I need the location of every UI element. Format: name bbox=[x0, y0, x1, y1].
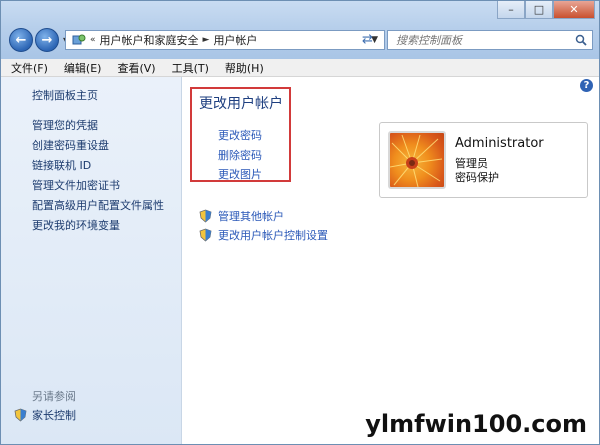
menu-tools[interactable]: 工具(T) bbox=[172, 60, 209, 76]
uac-shield-icon bbox=[199, 228, 212, 242]
title-bar: – □ ✕ ← → ▼ « 用户帐户和家庭安全 ► 用户帐户 ▼ ⇄ bbox=[1, 1, 599, 60]
user-avatar[interactable] bbox=[388, 131, 446, 189]
page-title: 更改用户帐户 bbox=[199, 96, 283, 112]
window-controls: – □ ✕ bbox=[497, 1, 595, 19]
back-button[interactable]: ← bbox=[9, 28, 33, 52]
remove-password-link[interactable]: 删除密码 bbox=[218, 147, 262, 163]
shield-icon bbox=[14, 408, 27, 422]
breadcrumb-overflow-icon[interactable]: « bbox=[90, 35, 96, 45]
forward-button[interactable]: → bbox=[35, 28, 59, 52]
change-password-link[interactable]: 更改密码 bbox=[218, 127, 262, 143]
breadcrumb-separator-icon[interactable]: ► bbox=[203, 35, 210, 45]
menu-file[interactable]: 文件(F) bbox=[11, 60, 48, 76]
create-reset-disk-link[interactable]: 创建密码重设盘 bbox=[32, 137, 109, 153]
manage-credentials-link[interactable]: 管理您的凭据 bbox=[32, 117, 98, 133]
back-arrow-icon: ← bbox=[15, 32, 27, 48]
account-name: Administrator bbox=[455, 136, 544, 151]
menu-view[interactable]: 查看(V) bbox=[117, 60, 155, 76]
breadcrumb-user-accounts[interactable]: 用户帐户 bbox=[213, 32, 257, 48]
uac-shield-icon bbox=[199, 209, 212, 223]
address-bar[interactable]: « 用户帐户和家庭安全 ► 用户帐户 ▼ bbox=[65, 30, 385, 50]
site-watermark: ylmfwin100.com bbox=[365, 410, 587, 438]
explorer-window: – □ ✕ ← → ▼ « 用户帐户和家庭安全 ► 用户帐户 ▼ ⇄ bbox=[0, 0, 600, 445]
account-status: 密码保护 bbox=[455, 171, 499, 184]
content-area: ? 更改用户帐户 更改密码 删除密码 更改图片 管理其他帐户 更改用户帐户控制设… bbox=[182, 77, 599, 444]
change-picture-link[interactable]: 更改图片 bbox=[218, 166, 262, 182]
see-also-label: 另请参阅 bbox=[32, 390, 76, 403]
close-button[interactable]: ✕ bbox=[553, 1, 595, 19]
advanced-profile-properties-link[interactable]: 配置高级用户配置文件属性 bbox=[32, 197, 164, 213]
forward-arrow-icon: → bbox=[41, 32, 53, 48]
nav-buttons: ← → ▼ bbox=[9, 28, 71, 52]
change-env-vars-link[interactable]: 更改我的环境变量 bbox=[32, 217, 120, 233]
search-input[interactable] bbox=[394, 32, 568, 48]
uac-settings-link[interactable]: 更改用户帐户控制设置 bbox=[199, 227, 328, 243]
parental-controls-link[interactable]: 家长控制 bbox=[14, 407, 76, 423]
help-icon[interactable]: ? bbox=[580, 79, 593, 92]
refresh-icon[interactable]: ⇄ bbox=[362, 32, 373, 47]
control-panel-icon bbox=[72, 34, 86, 45]
manage-encryption-certs-link[interactable]: 管理文件加密证书 bbox=[32, 177, 120, 193]
parental-controls-label: 家长控制 bbox=[32, 409, 76, 422]
account-card: Administrator 管理员 密码保护 bbox=[379, 122, 588, 198]
flower-icon bbox=[390, 134, 443, 187]
manage-other-accounts-label: 管理其他帐户 bbox=[218, 210, 284, 223]
search-box[interactable] bbox=[387, 30, 593, 50]
breadcrumb-family-safety[interactable]: 用户帐户和家庭安全 bbox=[100, 32, 199, 48]
control-panel-home-link[interactable]: 控制面板主页 bbox=[32, 87, 98, 103]
manage-other-accounts-link[interactable]: 管理其他帐户 bbox=[199, 208, 284, 224]
task-pane: 控制面板主页 管理您的凭据 创建密码重设盘 链接联机 ID 管理文件加密证书 配… bbox=[1, 77, 182, 444]
link-online-id-link[interactable]: 链接联机 ID bbox=[32, 157, 91, 173]
search-icon[interactable] bbox=[575, 34, 587, 46]
maximize-button[interactable]: □ bbox=[525, 1, 553, 19]
menu-help[interactable]: 帮助(H) bbox=[225, 60, 264, 76]
uac-settings-label: 更改用户帐户控制设置 bbox=[218, 229, 328, 242]
minimize-button[interactable]: – bbox=[497, 1, 525, 19]
menu-bar: 文件(F) 编辑(E) 查看(V) 工具(T) 帮助(H) bbox=[1, 59, 599, 77]
menu-edit[interactable]: 编辑(E) bbox=[64, 60, 102, 76]
